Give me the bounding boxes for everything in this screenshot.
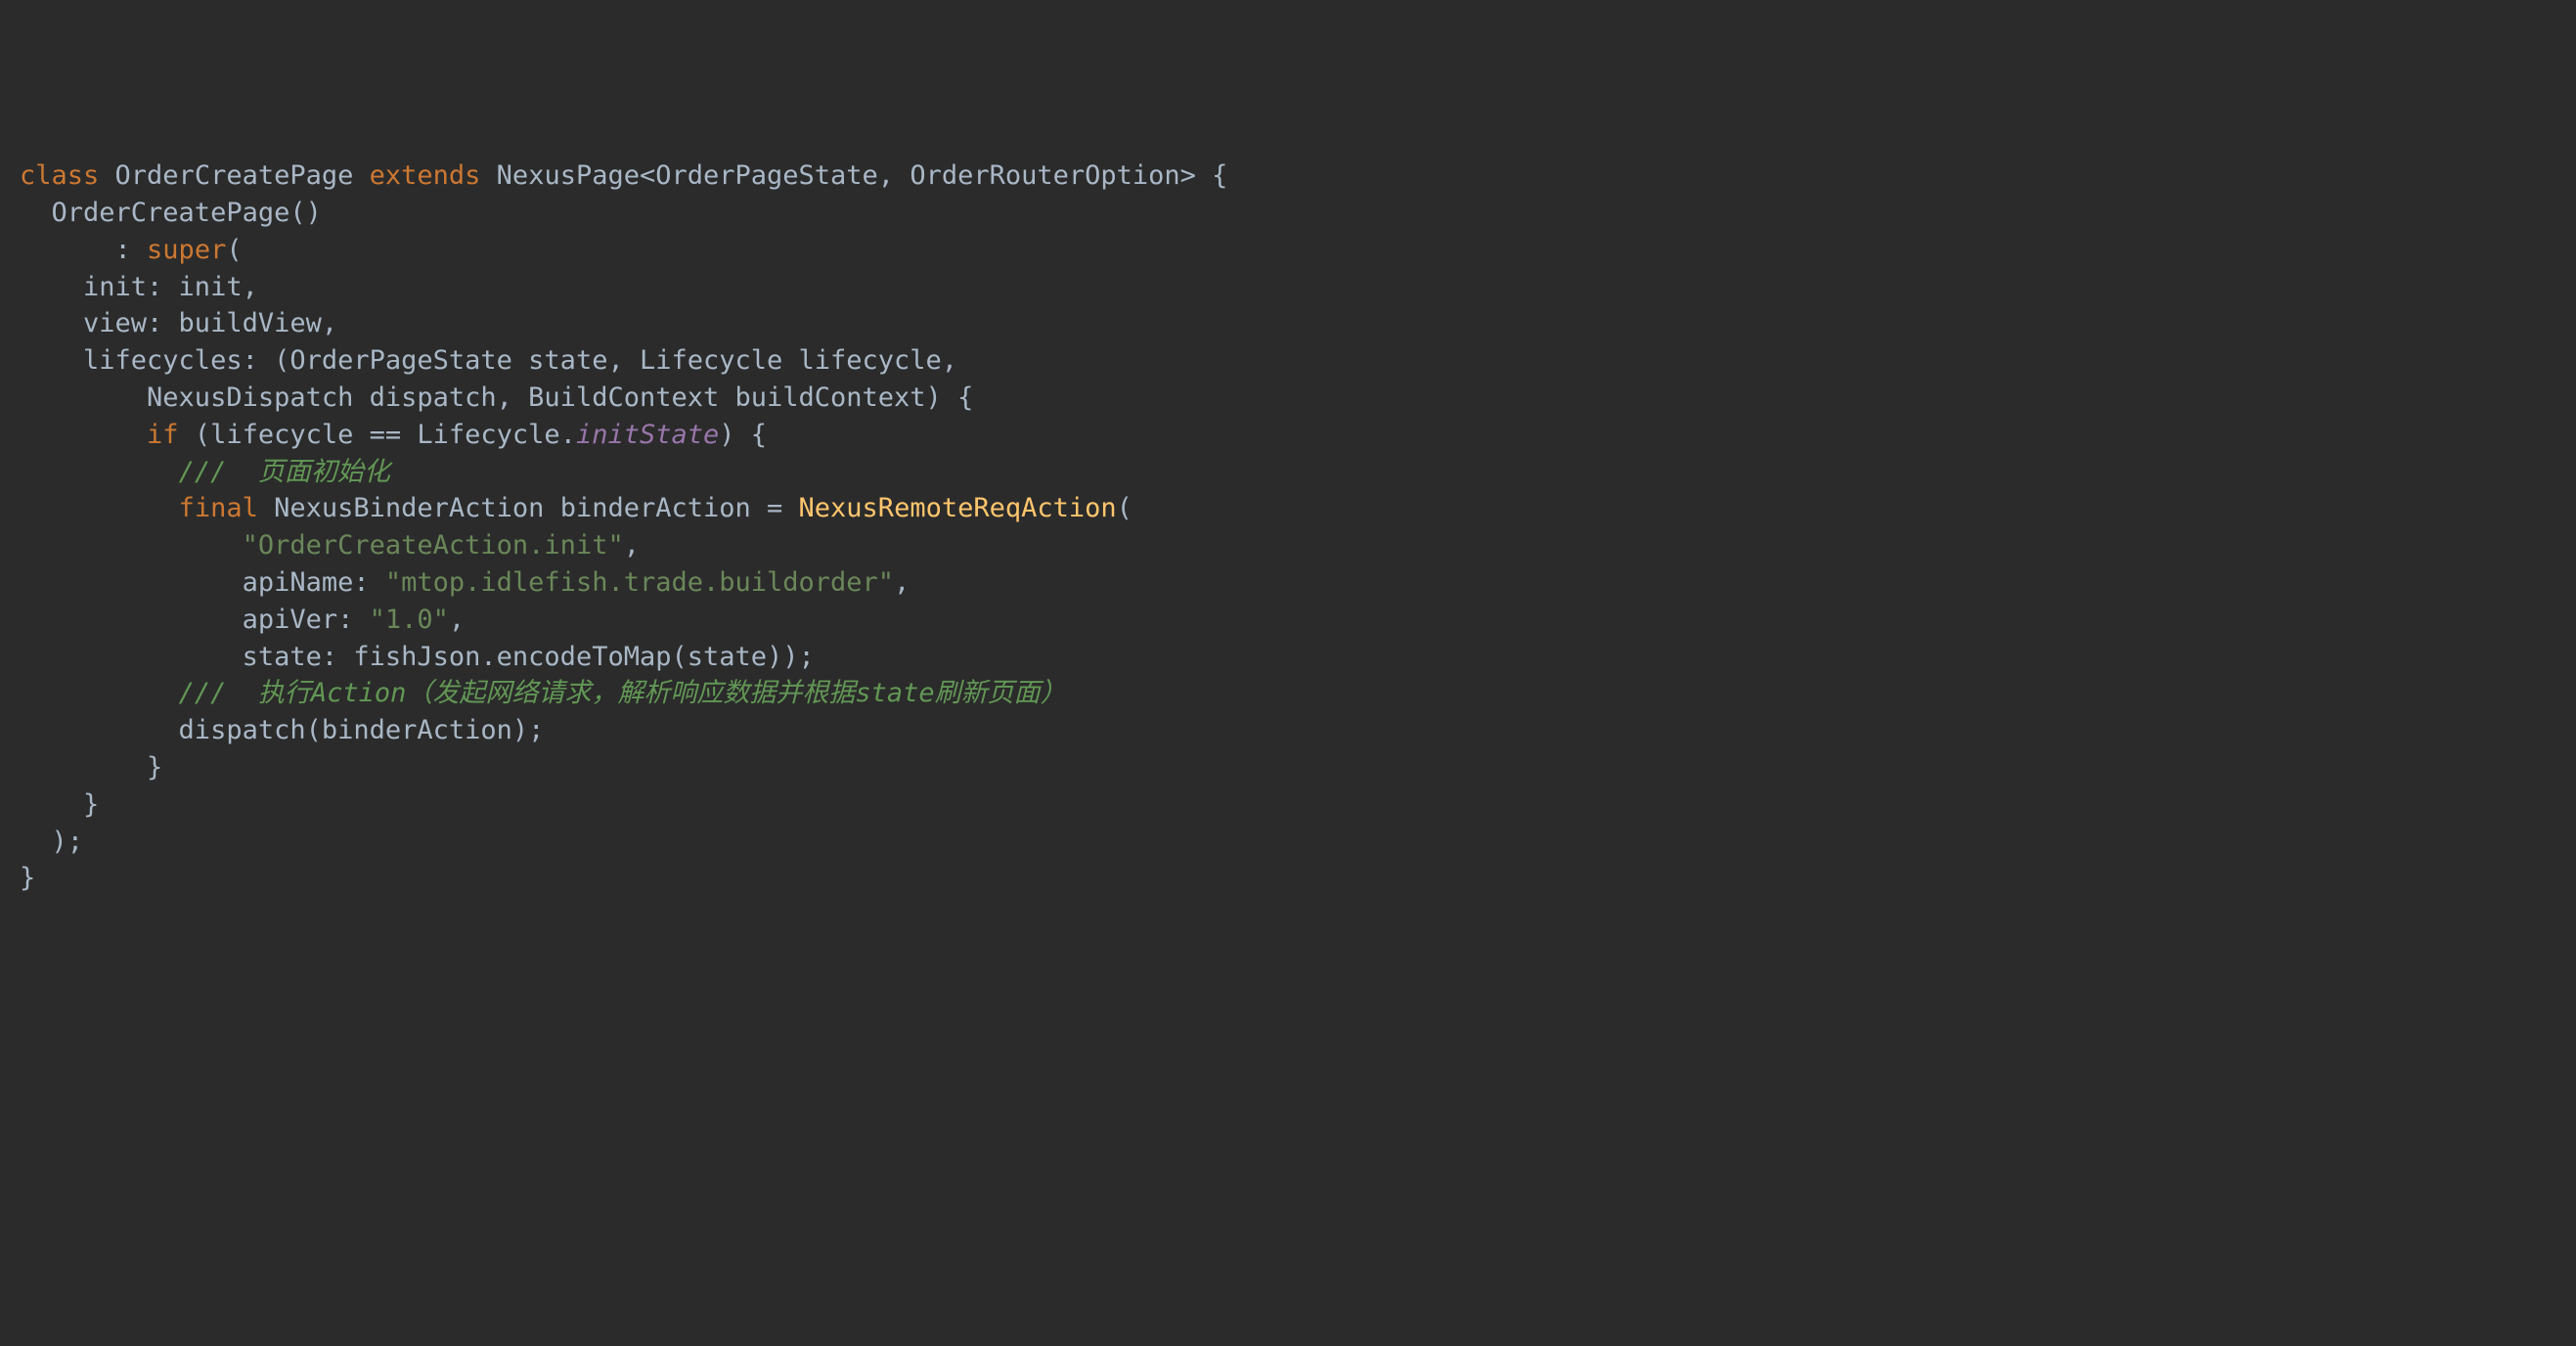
- code-line: }: [20, 752, 162, 783]
- code-line: OrderCreatePage(): [20, 198, 322, 228]
- string-literal: "1.0": [370, 605, 449, 635]
- code-line: }: [20, 863, 35, 893]
- code-line: final NexusBinderAction binderAction = N…: [20, 493, 1133, 523]
- code-line: );: [20, 827, 83, 857]
- param-apiver: apiVer:: [20, 605, 370, 635]
- code-line: lifecycles: (OrderPageState state, Lifec…: [20, 345, 957, 376]
- keyword-final: final: [179, 493, 258, 523]
- base-type: NexusPage<OrderPageState, OrderRouterOpt…: [480, 160, 1227, 191]
- comma: ,: [624, 530, 640, 561]
- code-line: dispatch(binderAction);: [20, 715, 544, 745]
- indent: [20, 457, 179, 487]
- code-line: }: [20, 789, 99, 820]
- code-line: state: fishJson.encodeToMap(state));: [20, 642, 815, 672]
- code-line: /// 页面初始化: [20, 457, 390, 487]
- code-line: view: buildView,: [20, 308, 337, 338]
- code-line: : super(: [20, 235, 243, 265]
- property-initstate: initState: [576, 420, 719, 450]
- paren-open: (: [1117, 493, 1133, 523]
- keyword-if: if: [147, 420, 179, 450]
- indent: [20, 420, 147, 450]
- code-line: apiVer: "1.0",: [20, 605, 465, 635]
- code-line: if (lifecycle == Lifecycle.initState) {: [20, 420, 767, 450]
- condition-open: (lifecycle == Lifecycle.: [179, 420, 576, 450]
- code-line: "OrderCreateAction.init",: [20, 530, 640, 561]
- comment: /// 执行Action（发起网络请求，解析响应数据并根据state刷新页面）: [179, 678, 1067, 708]
- code-line: class OrderCreatePage extends NexusPage<…: [20, 160, 1227, 191]
- code-line: init: init,: [20, 272, 258, 302]
- string-literal: "OrderCreateAction.init": [243, 530, 624, 561]
- constructor-call: NexusRemoteReqAction: [799, 493, 1117, 523]
- paren-open: (: [226, 235, 242, 265]
- class-name: OrderCreatePage: [99, 160, 369, 191]
- code-line: /// 执行Action（发起网络请求，解析响应数据并根据state刷新页面）: [20, 678, 1067, 708]
- keyword-extends: extends: [370, 160, 481, 191]
- comment: /// 页面初始化: [179, 457, 390, 487]
- indent: [20, 530, 243, 561]
- code-editor-view[interactable]: class OrderCreatePage extends NexusPage<…: [20, 157, 2556, 897]
- keyword-class: class: [20, 160, 99, 191]
- comma: ,: [894, 567, 910, 598]
- indent: [20, 678, 179, 708]
- keyword-super: super: [147, 235, 226, 265]
- indent: [20, 493, 179, 523]
- condition-close: ) {: [719, 420, 767, 450]
- comma: ,: [449, 605, 465, 635]
- declaration: NexusBinderAction binderAction =: [258, 493, 799, 523]
- param-apiname: apiName:: [20, 567, 385, 598]
- code-line: apiName: "mtop.idlefish.trade.buildorder…: [20, 567, 910, 598]
- string-literal: "mtop.idlefish.trade.buildorder": [385, 567, 894, 598]
- indent: :: [20, 235, 147, 265]
- code-line: NexusDispatch dispatch, BuildContext bui…: [20, 382, 973, 413]
